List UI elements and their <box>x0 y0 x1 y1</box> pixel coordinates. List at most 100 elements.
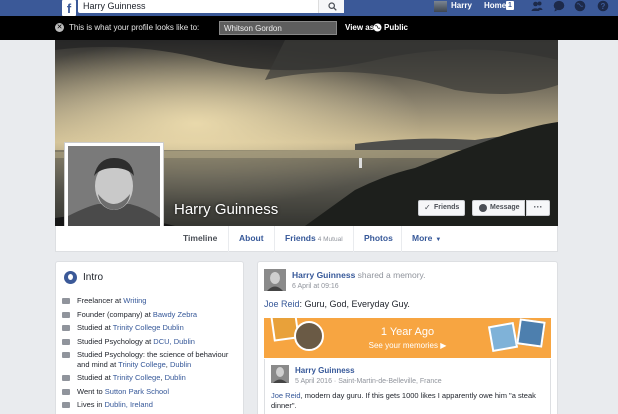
view-as-viewer-input[interactable]: Whitson Gordon <box>219 21 337 35</box>
intro-item-text: Freelancer at <box>77 296 124 305</box>
tab-photos[interactable]: Photos <box>353 226 403 252</box>
shared-author-avatar[interactable] <box>271 365 289 383</box>
view-as-bar: ✕ This is what your profile looks like t… <box>0 16 618 40</box>
intro-item-home: Lives in Dublin, Ireland <box>62 400 238 410</box>
profile-tabs: Timeline About Friends 4 Mutual Photos Mo… <box>55 226 558 252</box>
intro-item-text: Studied at <box>77 373 113 382</box>
post-author-link[interactable]: Harry Guinness <box>292 270 355 280</box>
top-navigation-bar: f Harry Guinness Harry Home 1 ? <box>0 0 618 16</box>
tab-friends-label: Friends <box>285 233 316 243</box>
post-body: Joe Reid: Guru, God, Everyday Guy. <box>264 299 410 310</box>
intro-item-text: Lives in <box>77 400 105 409</box>
shared-mention-link[interactable]: Joe Reid <box>271 391 301 400</box>
tab-friends[interactable]: Friends 4 Mutual <box>274 226 353 252</box>
intro-item-link[interactable]: Trinity College Dublin <box>113 323 184 332</box>
post-timestamp[interactable]: 6 April at 09:16 <box>292 282 339 291</box>
intro-item-education: Studied at Trinity College, Dublin <box>62 373 238 383</box>
intro-item-link[interactable]: Trinity College <box>118 360 166 369</box>
search-field[interactable]: Harry Guinness <box>78 0 344 13</box>
check-icon: ✓ <box>424 203 431 212</box>
svg-text:?: ? <box>601 2 606 11</box>
public-globe-icon <box>373 23 382 32</box>
intro-globe-icon <box>64 271 77 284</box>
profile-link[interactable]: Harry <box>451 0 472 11</box>
tab-about[interactable]: About <box>228 226 274 252</box>
timeline-post: Harry Guinness shared a memory. 6 April … <box>257 261 558 414</box>
more-options-button[interactable]: ··· <box>526 200 550 216</box>
intro-item-education: Studied Psychology: the science of behav… <box>62 350 238 369</box>
tab-timeline-label: Timeline <box>183 233 218 243</box>
intro-item-link[interactable]: Dublin, Ireland <box>105 400 153 409</box>
tab-timeline[interactable]: Timeline <box>173 226 227 252</box>
shared-memory-post: Harry Guinness 5 April 2016 · Saint-Mart… <box>264 359 551 414</box>
intro-item-work: Freelancer at Writing <box>62 296 238 306</box>
intro-item-link[interactable]: Dublin <box>165 373 186 382</box>
facebook-logo[interactable]: f <box>62 0 76 16</box>
chevron-down-icon: ▼ <box>435 237 442 243</box>
intro-item-link[interactable]: Writing <box>123 296 146 305</box>
intro-item-link[interactable]: Sutton Park School <box>105 387 169 396</box>
intro-item-school: Went to Sutton Park School <box>62 387 238 397</box>
tab-photos-label: Photos <box>364 233 393 243</box>
intro-item-work: Founder (company) at Bawdy Zebra <box>62 310 238 320</box>
graduation-cap-icon <box>62 338 70 345</box>
briefcase-icon <box>62 298 70 304</box>
message-button-label: Message <box>490 204 520 211</box>
user-avatar[interactable] <box>434 1 447 12</box>
friends-button[interactable]: ✓ Friends <box>418 200 465 216</box>
globe-icon[interactable] <box>574 0 586 12</box>
intro-item-text: Studied Psychology at <box>77 336 154 346</box>
message-button[interactable]: Message <box>472 200 525 216</box>
tab-about-label: About <box>239 233 264 243</box>
view-as-label: View as <box>345 23 375 32</box>
view-as-viewer-value[interactable]: Whitson Gordon <box>224 23 282 34</box>
home-badge: 1 <box>506 1 514 10</box>
view-as-public-link[interactable]: Public <box>384 23 408 33</box>
intro-item-link[interactable]: Trinity College <box>113 373 161 382</box>
close-icon[interactable]: ✕ <box>55 23 64 32</box>
shared-author-link[interactable]: Harry Guinness <box>295 366 355 376</box>
intro-item-link[interactable]: Dublin <box>170 360 191 369</box>
search-input[interactable]: Harry Guinness <box>83 0 146 12</box>
intro-item-text: Studied at <box>77 323 113 332</box>
profile-name: Harry Guinness <box>174 201 279 218</box>
messenger-icon <box>479 204 487 212</box>
help-icon[interactable]: ? <box>597 0 609 12</box>
shared-post-body: Joe Reid, modern day guru. If this gets … <box>271 391 543 411</box>
post-mention-link[interactable]: Joe Reid <box>264 299 300 309</box>
memory-banner[interactable]: 1 Year Ago See your memories ▶ <box>264 318 551 358</box>
tab-more-label: More <box>412 233 433 243</box>
search-button[interactable] <box>318 0 344 13</box>
intro-item-text: Founder (company) at <box>77 309 153 319</box>
intro-item-link[interactable]: Bawdy Zebra <box>153 310 197 319</box>
intro-item-text: Went to <box>77 386 105 396</box>
briefcase-icon <box>62 311 70 318</box>
post-author-avatar[interactable] <box>264 269 286 291</box>
friend-requests-icon[interactable] <box>531 0 543 12</box>
intro-list: Freelancer at Writing Founder (company) … <box>62 296 238 414</box>
intro-item-education: Studied Psychology at DCU, Dublin <box>62 337 238 347</box>
post-action: shared a memory. <box>355 270 426 280</box>
graduation-cap-icon <box>62 375 70 381</box>
messages-icon[interactable] <box>553 0 565 12</box>
home-link[interactable]: Home <box>484 0 506 11</box>
intro-title: Intro <box>83 272 104 283</box>
post-header: Harry Guinness shared a memory. <box>292 270 426 281</box>
see-memories-link[interactable]: See your memories ▶ <box>264 341 551 351</box>
memory-title: 1 Year Ago <box>380 326 435 338</box>
post-body-text: : Guru, God, Everyday Guy. <box>299 299 410 309</box>
intro-card: Intro Freelancer at Writing Founder (com… <box>55 261 244 414</box>
graduation-cap-icon <box>62 352 70 358</box>
view-as-prompt: This is what your profile looks like to: <box>69 23 200 32</box>
graduation-cap-icon <box>62 388 70 395</box>
shared-post-meta: 5 April 2016 · Saint-Martin-de-Bellevill… <box>295 378 442 385</box>
shared-post-text: , modern day guru. If this gets 1000 lik… <box>271 391 536 410</box>
graduation-cap-icon <box>62 325 70 331</box>
mutual-friends-count: 4 Mutual <box>317 236 343 243</box>
intro-item-education: Studied at Trinity College Dublin <box>62 323 238 333</box>
home-icon <box>62 402 70 408</box>
tab-more[interactable]: More ▼ <box>401 226 451 252</box>
intro-item-link[interactable]: DCU, Dublin <box>153 337 195 346</box>
search-icon <box>328 2 337 11</box>
friends-button-label: Friends <box>434 204 460 211</box>
